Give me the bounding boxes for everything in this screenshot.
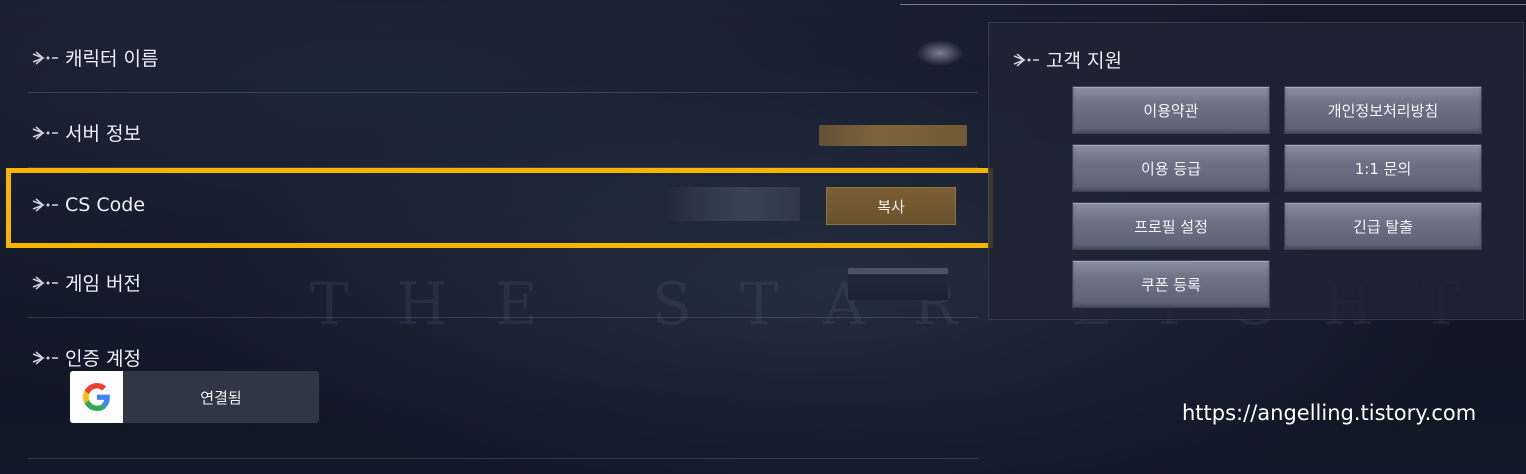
cs-code-highlight-box [6, 168, 993, 248]
character-name-value [916, 40, 964, 66]
privacy-policy-button[interactable]: 개인정보처리방침 [1284, 86, 1482, 134]
game-version-value [848, 268, 948, 300]
blog-watermark: https://angelling.tistory.com [1182, 401, 1477, 425]
inquiry-button[interactable]: 1:1 문의 [1284, 144, 1482, 192]
google-account-link[interactable]: 연결됨 [70, 371, 319, 423]
support-title: 고객 지원 [1046, 50, 1122, 72]
character-name-label: 캐릭터 이름 [65, 48, 159, 70]
customer-support-panel: 고객 지원 이용약관 개인정보처리방침 이용 등급 1:1 문의 프로필 설정 … [988, 22, 1524, 320]
character-name-row: 캐릭터 이름 [0, 18, 978, 93]
wing-bullet-icon [32, 350, 58, 365]
wing-bullet-icon [32, 50, 58, 65]
google-status-label: 연결됨 [200, 388, 242, 407]
wing-bullet-icon [32, 275, 58, 290]
server-info-label: 서버 정보 [65, 123, 141, 145]
game-version-label: 게임 버전 [65, 273, 141, 295]
game-version-row: 게임 버전 [0, 243, 978, 318]
wing-bullet-icon [32, 125, 58, 140]
top-divider [900, 4, 1526, 5]
terms-button[interactable]: 이용약관 [1072, 86, 1270, 134]
server-info-row: 서버 정보 [0, 93, 978, 168]
server-info-value [819, 125, 967, 146]
wing-bullet-icon [1013, 52, 1039, 67]
auth-account-label: 인증 계정 [65, 348, 141, 370]
profile-settings-button[interactable]: 프로필 설정 [1072, 202, 1270, 250]
coupon-button[interactable]: 쿠폰 등록 [1072, 260, 1270, 308]
google-logo-icon [70, 371, 123, 423]
emergency-escape-button[interactable]: 긴급 탈출 [1284, 202, 1482, 250]
rating-button[interactable]: 이용 등급 [1072, 144, 1270, 192]
